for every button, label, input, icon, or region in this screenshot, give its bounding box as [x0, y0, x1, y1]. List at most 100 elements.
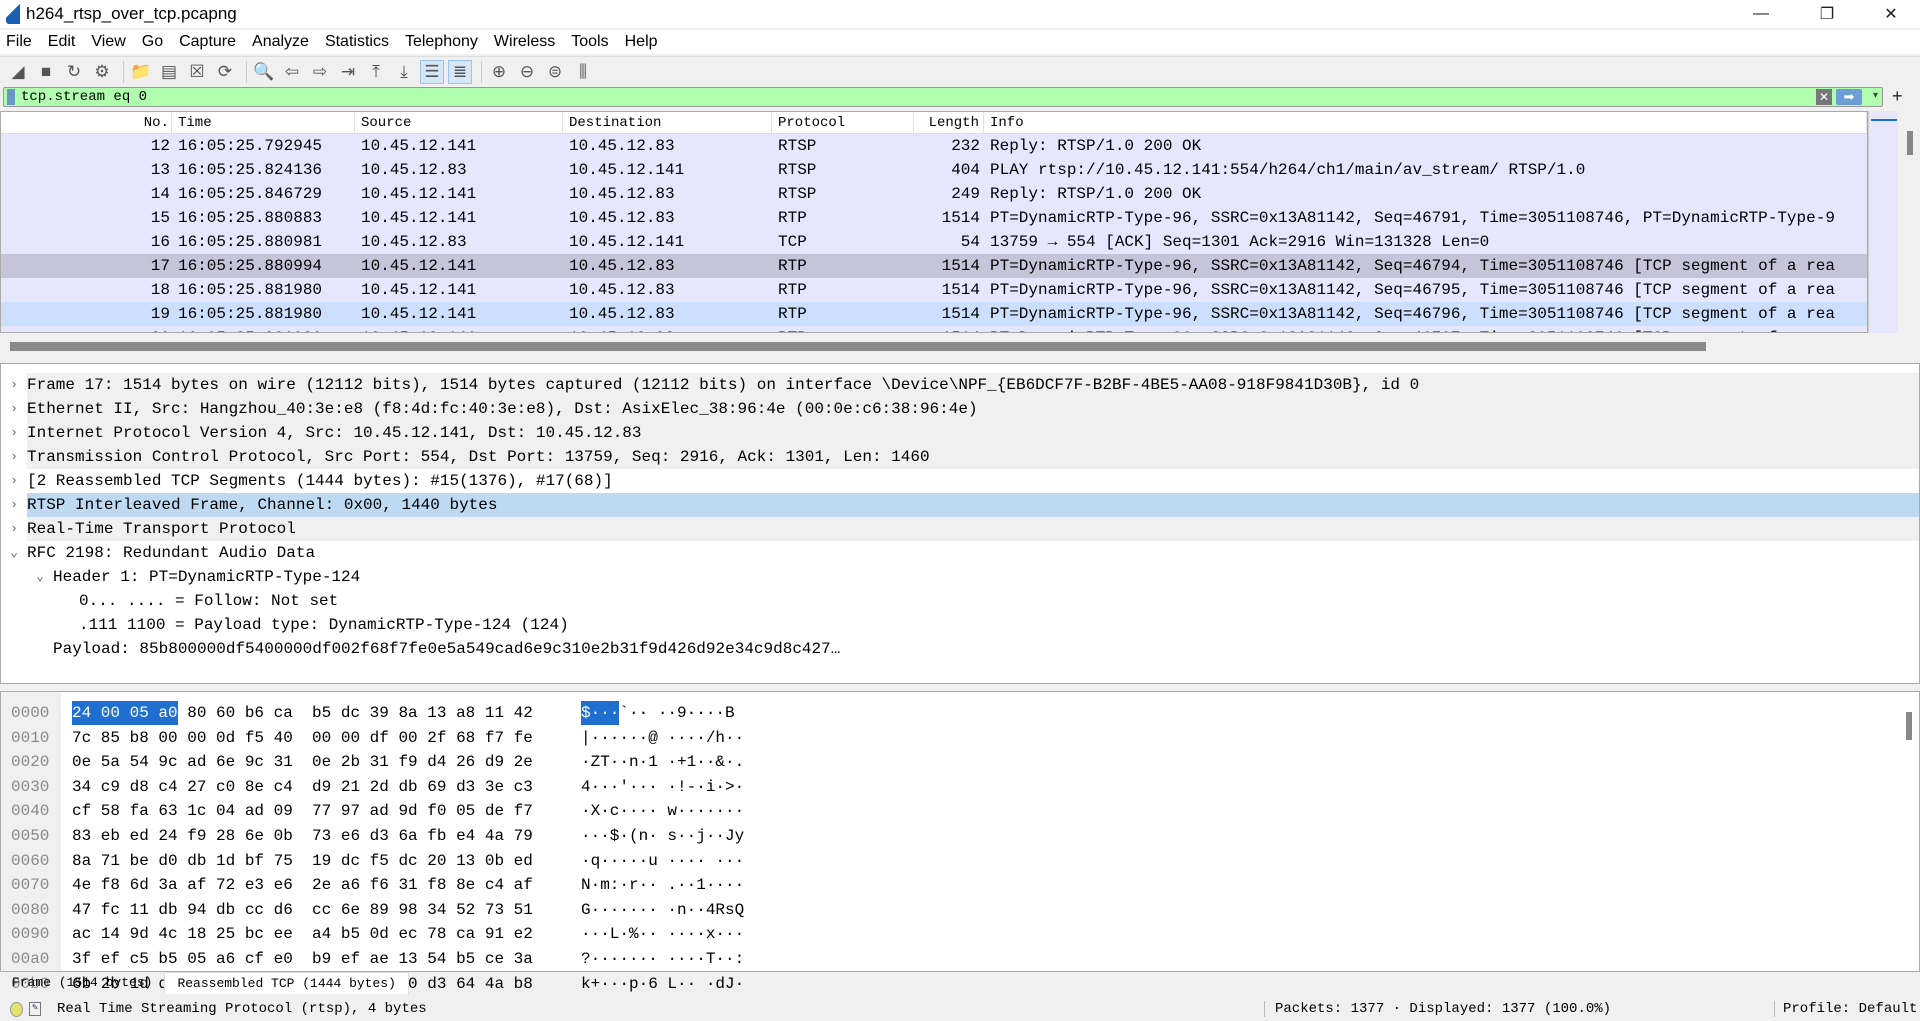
tab-frame-bytes[interactable]: Frame (1514 bytes)	[0, 972, 164, 994]
column-header-protocol[interactable]: Protocol	[772, 112, 914, 133]
expand-arrow-icon[interactable]: ›	[1, 421, 27, 445]
edit-comment-icon[interactable]: ✎	[29, 1002, 41, 1016]
hex-ascii[interactable]: G······· ·n··4RsQ	[581, 898, 744, 922]
expand-arrow-icon[interactable]: ›	[1, 373, 27, 397]
close-button[interactable]: ✕	[1868, 0, 1914, 28]
column-header-time[interactable]: Time	[172, 112, 355, 133]
menu-wireless[interactable]: Wireless	[492, 33, 557, 51]
go-back-button[interactable]: ⇦	[280, 60, 304, 84]
zoom-out-button[interactable]: ⊖	[515, 60, 539, 84]
expand-arrow-icon[interactable]: ›	[1, 469, 27, 493]
go-forward-button[interactable]: ⇨	[308, 60, 332, 84]
resize-columns-button[interactable]: ⫼	[571, 60, 595, 84]
detail-row[interactable]: ⌄ RFC 2198: Redundant Audio Data	[1, 541, 1919, 565]
packet-list-horizontal-scrollbar[interactable]	[10, 342, 1706, 351]
hex-ascii[interactable]: N·m:·r·· .··1····	[581, 873, 744, 897]
packet-row[interactable]: 15 16:05:25.880883 10.45.12.141 10.45.12.83…	[1, 206, 1867, 230]
zoom-in-button[interactable]: ⊕	[487, 60, 511, 84]
detail-row[interactable]: 0... .... = Follow: Not set	[1, 589, 1919, 613]
packet-minimap[interactable]	[1868, 111, 1898, 333]
packet-row[interactable]: 17 16:05:25.880994 10.45.12.141 10.45.12.83…	[1, 254, 1867, 278]
hex-ascii[interactable]: 4···'··· ·!-·i·>·	[581, 775, 744, 799]
hex-ascii[interactable]: ·ZT··n·1 ·+1··&·.	[581, 750, 744, 774]
detail-row[interactable]: › Real-Time Transport Protocol	[1, 517, 1919, 541]
expand-arrow-icon[interactable]: ›	[1, 493, 27, 517]
packet-row[interactable]: 16 16:05:25.880981 10.45.12.83 10.45.12.141…	[1, 230, 1867, 254]
hex-bytes[interactable]: 34 c9 d8 c4 27 c0 8e c4 d9 21 2d db 69 d…	[72, 775, 533, 799]
expand-arrow-icon[interactable]: ›	[1, 397, 27, 421]
collapse-arrow-icon[interactable]: ⌄	[27, 565, 53, 589]
packet-row[interactable]: 18 16:05:25.881980 10.45.12.141 10.45.12.83…	[1, 278, 1867, 302]
first-packet-button[interactable]: ⤒	[364, 60, 388, 84]
spacer[interactable]	[53, 613, 79, 637]
detail-row[interactable]: › RTSP Interleaved Frame, Channel: 0x00, …	[1, 493, 1919, 517]
column-header-length[interactable]: Length	[914, 112, 984, 133]
column-header-info[interactable]: Info	[984, 112, 1867, 133]
clear-filter-button[interactable]: ✕	[1816, 89, 1832, 105]
hex-ascii[interactable]: k+···p·6 L·· ·dJ·	[581, 972, 744, 996]
highlighted-bytes[interactable]: 24 00 05 a0	[72, 701, 178, 725]
menu-tools[interactable]: Tools	[569, 33, 610, 51]
menu-edit[interactable]: Edit	[46, 33, 78, 51]
bytes-scrollbar-thumb[interactable]	[1906, 712, 1912, 740]
expert-info-icon[interactable]	[10, 1001, 23, 1017]
expand-arrow-icon[interactable]: ›	[1, 517, 27, 541]
hex-bytes[interactable]: 47 fc 11 db 94 db cc d6 cc 6e 89 98 34 5…	[72, 898, 533, 922]
hex-ascii[interactable]: ···$·(n· s··j··Jy	[581, 824, 744, 848]
packet-row[interactable]: 14 16:05:25.846729 10.45.12.141 10.45.12.83…	[1, 182, 1867, 206]
hex-bytes[interactable]: 83 eb ed 24 f9 28 6e 0b 73 e6 d3 6a fb e…	[72, 824, 533, 848]
column-header-source[interactable]: Source	[355, 112, 563, 133]
normal-size-button[interactable]: ⊜	[543, 60, 567, 84]
hex-bytes[interactable]: 8a 71 be d0 db 1d bf 75 19 dc f5 dc 20 1…	[72, 849, 533, 873]
highlighted-ascii[interactable]: $···	[581, 701, 620, 725]
hex-ascii[interactable]: ?······· ····T··:	[581, 947, 744, 971]
hex-bytes[interactable]: 3f ef c5 b5 05 a6 cf e0 b9 ef ae 13 54 b…	[72, 947, 533, 971]
packet-row[interactable]: 19 16:05:25.881980 10.45.12.141 10.45.12.83…	[1, 302, 1867, 326]
reload-file-button[interactable]: ⟳	[213, 60, 237, 84]
restart-capture-button[interactable]: ↻	[62, 60, 86, 84]
close-file-button[interactable]: ☒	[185, 60, 209, 84]
bookmark-icon[interactable]	[7, 89, 15, 105]
save-file-button[interactable]: ▤	[157, 60, 181, 84]
hex-ascii[interactable]: ·X·c···· w·······	[581, 799, 744, 823]
spacer[interactable]	[27, 637, 53, 661]
hex-bytes[interactable]: 0e 5a 54 9c ad 6e 9c 31 0e 2b 31 f9 d4 2…	[72, 750, 533, 774]
menu-statistics[interactable]: Statistics	[323, 33, 391, 51]
hex-bytes[interactable]: cf 58 fa 63 1c 04 ad 09 77 97 ad 9d f0 0…	[72, 799, 533, 823]
maximize-button[interactable]: ❐	[1804, 0, 1850, 28]
hex-ascii[interactable]: |······@ ····/h··	[581, 726, 744, 750]
packet-row[interactable]: 13 16:05:25.824136 10.45.12.83 10.45.12.141…	[1, 158, 1867, 182]
menu-file[interactable]: File	[4, 33, 34, 51]
packet-list-scrollbar[interactable]	[1868, 111, 1920, 333]
menu-telephony[interactable]: Telephony	[403, 33, 480, 51]
display-filter-input[interactable]: tcp.stream eq 0	[21, 89, 147, 105]
packet-row[interactable]: 12 16:05:25.792945 10.45.12.141 10.45.12.83…	[1, 134, 1867, 158]
scrollbar-thumb[interactable]	[1907, 131, 1913, 155]
last-packet-button[interactable]: ⤓	[392, 60, 416, 84]
profile-selector[interactable]: Profile: Default	[1774, 1001, 1917, 1017]
hex-bytes[interactable]: 7c 85 b8 00 00 0d f5 40 00 00 df 00 2f 6…	[72, 726, 533, 750]
stop-capture-button[interactable]: ■	[34, 60, 58, 84]
start-capture-button[interactable]: ◢	[6, 60, 30, 84]
detail-row[interactable]: .111 1100 = Payload type: DynamicRTP-Typ…	[1, 613, 1919, 637]
column-header-no[interactable]: No.	[1, 112, 172, 133]
hex-ascii[interactable]: ···L·%·· ····x···	[581, 922, 744, 946]
filter-history-dropdown[interactable]: ▾	[1873, 90, 1878, 101]
menu-go[interactable]: Go	[140, 33, 165, 51]
go-to-packet-button[interactable]: ⇥	[336, 60, 360, 84]
packet-row[interactable]: 2016:05:25.88198010.45.12.14110.45.12.83…	[1, 326, 1867, 332]
detail-row[interactable]: › Transmission Control Protocol, Src Port…	[1, 445, 1919, 469]
detail-row[interactable]: › Internet Protocol Version 4, Src: 10.45…	[1, 421, 1919, 445]
capture-options-button[interactable]: ⚙	[90, 60, 114, 84]
spacer[interactable]	[53, 589, 79, 613]
colorize-button[interactable]: ≣	[448, 59, 472, 84]
find-packet-button[interactable]: 🔍	[252, 60, 276, 84]
autoscroll-button[interactable]: ☰	[420, 59, 444, 84]
open-file-button[interactable]: 📁	[129, 60, 153, 84]
menu-help[interactable]: Help	[623, 33, 660, 51]
detail-row[interactable]: › [2 Reassembled TCP Segments (1444 bytes…	[1, 469, 1919, 493]
hex-bytes[interactable]: ac 14 9d 4c 18 25 bc ee a4 b5 0d ec 78 c…	[72, 922, 533, 946]
menu-capture[interactable]: Capture	[177, 33, 238, 51]
apply-filter-button[interactable]: ➡	[1836, 89, 1862, 105]
detail-row[interactable]: › Frame 17: 1514 bytes on wire (12112 bit…	[1, 373, 1919, 397]
